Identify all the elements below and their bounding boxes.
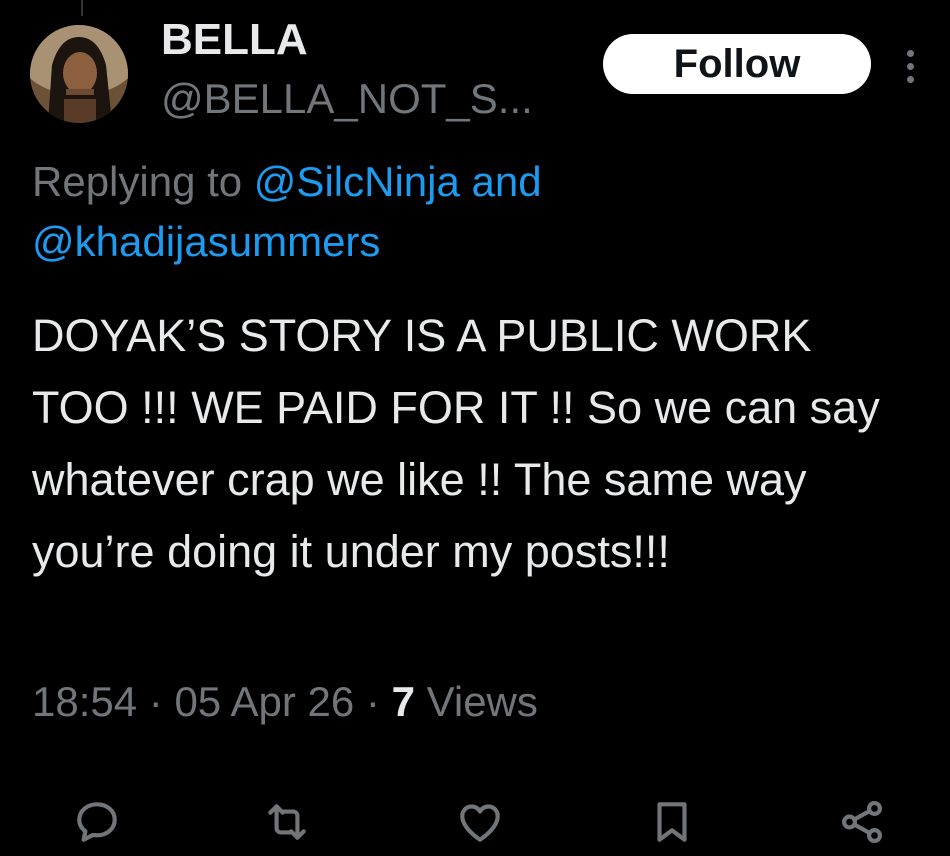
author-display-name[interactable]: BELLA (161, 14, 308, 66)
more-dot-icon (906, 49, 914, 57)
like-icon (460, 804, 500, 842)
views-count: 7 (391, 678, 415, 725)
retweet-button[interactable] (255, 790, 319, 854)
meta-separator: · (137, 678, 175, 725)
views-label: Views (414, 678, 538, 725)
author-handle[interactable]: @BELLA_NOT_S... (161, 74, 533, 124)
replying-to-line: Replying to @SilcNinja and @khadijasummer… (32, 152, 922, 272)
bookmark-button[interactable] (640, 790, 704, 854)
tweet-time[interactable]: 18:54 (32, 678, 137, 725)
tweet-metadata: 18:54 · 05 Apr 26 · 7 Views (32, 674, 538, 730)
share-icon (842, 800, 882, 844)
like-button[interactable] (448, 790, 512, 854)
more-dot-icon (906, 75, 914, 83)
tweet-date[interactable]: 05 Apr 26 (174, 678, 354, 725)
share-button[interactable] (830, 790, 894, 854)
replying-to-joiner: and (459, 158, 542, 205)
bookmark-icon (657, 802, 687, 842)
tweet-action-bar (60, 790, 900, 854)
mention-link-silcninja[interactable]: @SilcNinja (254, 158, 460, 205)
retweet-icon (268, 804, 306, 840)
follow-button[interactable]: Follow (603, 34, 871, 94)
avatar-image (30, 25, 128, 123)
reply-button[interactable] (65, 790, 129, 854)
meta-separator: · (354, 678, 392, 725)
avatar[interactable] (30, 25, 128, 123)
more-dot-icon (906, 62, 914, 70)
replying-to-prefix: Replying to (32, 158, 254, 205)
tweet-text: DOYAK’S STORY IS A PUBLIC WORK TOO !!! W… (32, 310, 893, 577)
mention-link-khadijasummers[interactable]: @khadijasummers (32, 218, 380, 265)
thread-connector-line (81, 0, 83, 16)
reply-icon (77, 802, 117, 842)
more-options-button[interactable] (890, 44, 930, 88)
